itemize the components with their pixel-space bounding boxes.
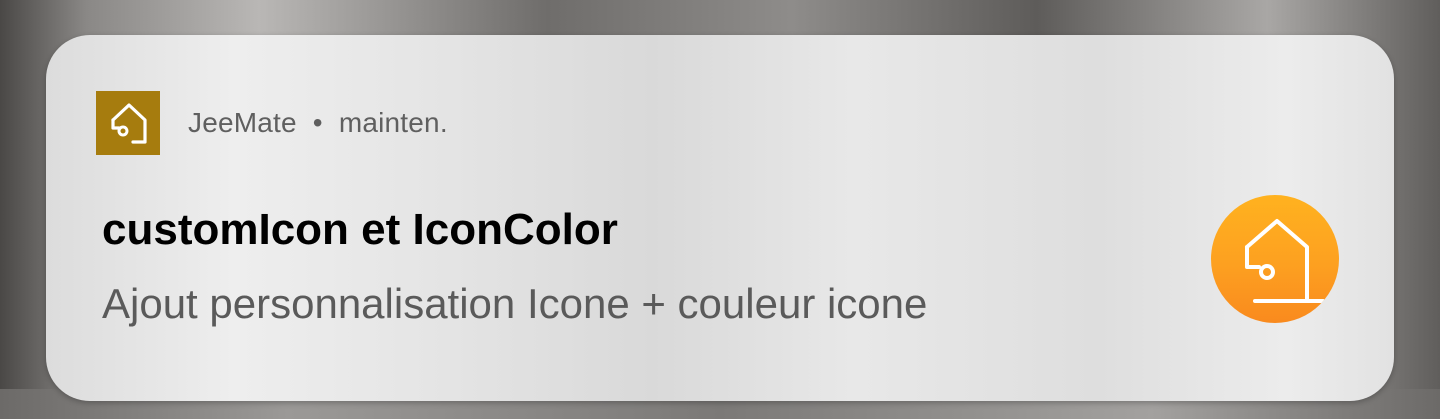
house-large-icon-graphic [1245,219,1325,303]
notification-title: customIcon et IconColor [102,205,618,254]
house-icon [96,91,160,155]
house-icon [1211,195,1339,323]
meta-separator: • [312,107,323,138]
notification-message: Ajout personnalisation Icone + couleur i… [102,280,928,327]
notification-app-meta: JeeMate • mainten. [188,107,448,139]
notification-channel: mainten. [338,107,448,138]
notification-header: JeeMate • mainten. [96,91,448,155]
app-name: JeeMate [188,107,297,138]
house-small-icon-graphic [111,103,147,144]
notification-card[interactable]: JeeMate • mainten. customIcon et IconCol… [46,35,1394,401]
